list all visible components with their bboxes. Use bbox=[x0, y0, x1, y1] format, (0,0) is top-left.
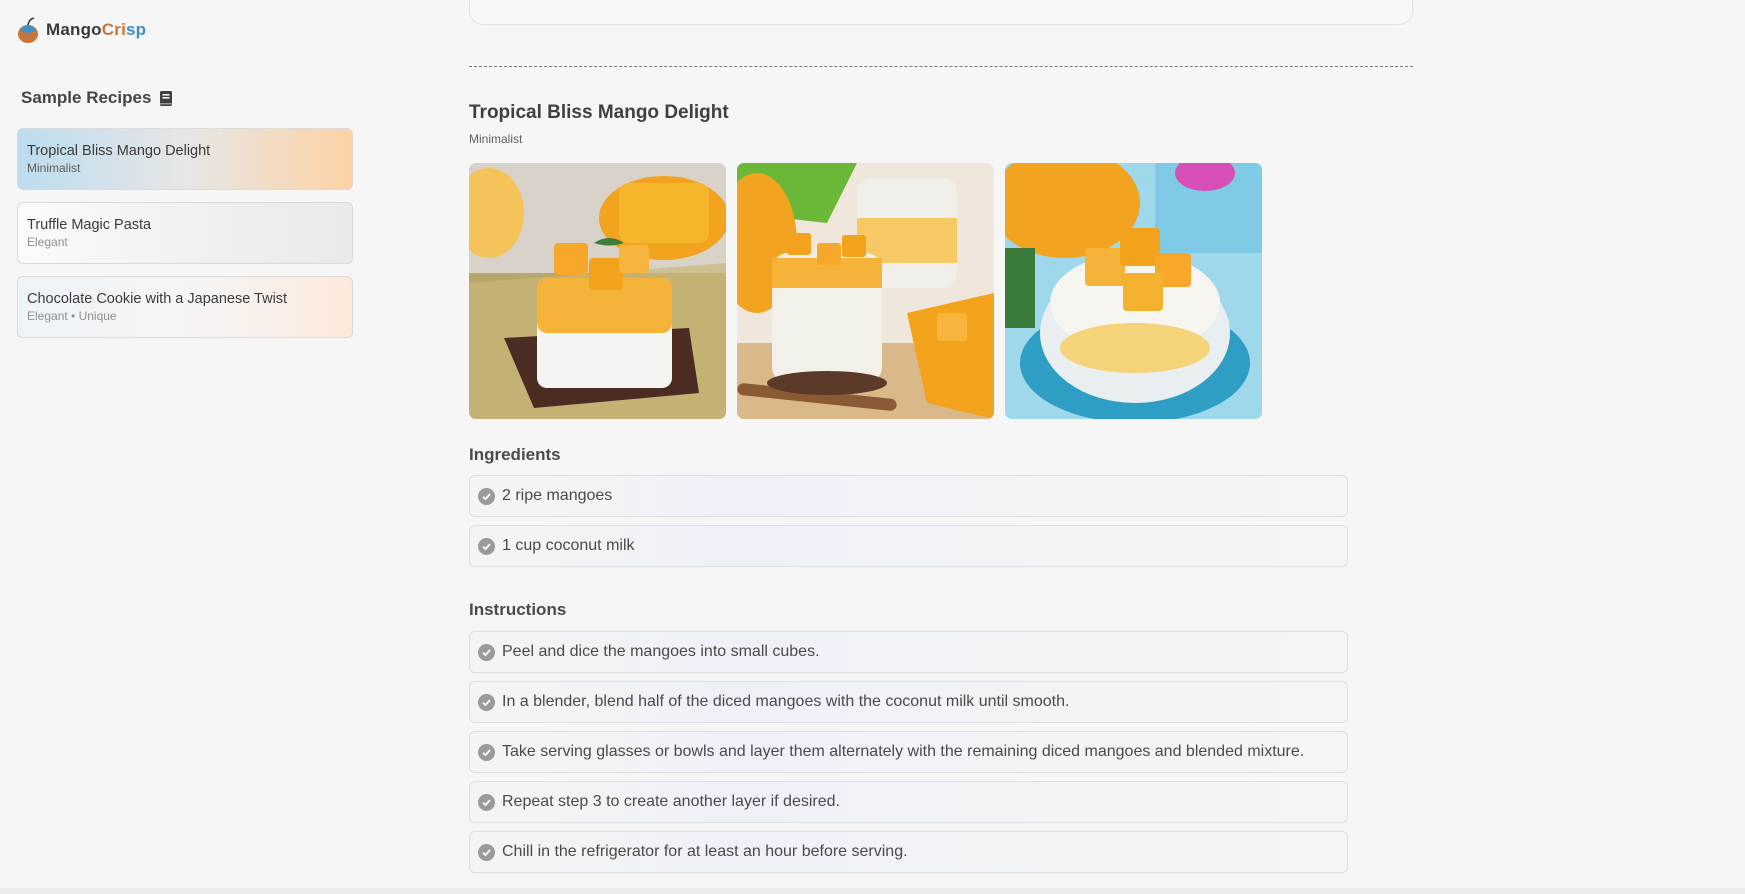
instruction-step: Chill in the refrigerator for at least a… bbox=[469, 831, 1348, 873]
recipe-card-tags: Minimalist bbox=[27, 161, 81, 175]
instruction-step: In a blender, blend half of the diced ma… bbox=[469, 681, 1348, 723]
instructions-heading: Instructions bbox=[469, 600, 567, 619]
check-circle-icon bbox=[478, 793, 495, 811]
check-circle-icon bbox=[478, 693, 495, 711]
recipe-card-title: Chocolate Cookie with a Japanese Twist bbox=[27, 291, 288, 307]
instruction-step: Take serving glasses or bowls and layer … bbox=[469, 731, 1348, 773]
recipe-card-title: Tropical Bliss Mango Delight bbox=[27, 143, 211, 159]
check-circle-icon bbox=[478, 843, 495, 861]
ingredient-item: 2 ripe mangoes bbox=[469, 475, 1348, 517]
instruction-step: Repeat step 3 to create another layer if… bbox=[469, 781, 1348, 823]
ingredient-item: 1 cup coconut milk bbox=[469, 525, 1348, 567]
brand-name: MangoCrisp bbox=[46, 20, 147, 39]
ingredients-heading: Ingredients bbox=[469, 445, 561, 464]
recipe-photo-3[interactable] bbox=[1005, 163, 1262, 419]
instruction-text: Peel and dice the mangoes into small cub… bbox=[502, 643, 820, 660]
previous-card-edge bbox=[469, 0, 1413, 25]
recipe-card-truffle-pasta[interactable]: Truffle Magic Pasta Elegant bbox=[17, 202, 353, 264]
sample-recipes-heading: Sample Recipes bbox=[21, 88, 173, 108]
section-divider bbox=[469, 66, 1413, 67]
bottom-scroll-edge bbox=[0, 888, 1745, 894]
recipe-photo-2[interactable] bbox=[737, 163, 994, 419]
recipe-title: Tropical Bliss Mango Delight bbox=[469, 102, 729, 123]
book-icon bbox=[160, 90, 173, 106]
recipe-card-tags: Elegant bbox=[27, 235, 68, 249]
recipe-photo-1[interactable] bbox=[469, 163, 726, 419]
recipe-card-title: Truffle Magic Pasta bbox=[27, 217, 152, 233]
brand-logo[interactable]: MangoCrisp bbox=[16, 16, 146, 44]
check-circle-icon bbox=[478, 743, 495, 761]
ingredient-text: 2 ripe mangoes bbox=[502, 487, 613, 504]
instruction-text: In a blender, blend half of the diced ma… bbox=[502, 693, 1070, 710]
recipe-card-tropical-bliss[interactable]: Tropical Bliss Mango Delight Minimalist bbox=[17, 128, 353, 190]
ingredient-text: 1 cup coconut milk bbox=[502, 537, 635, 554]
recipe-card-tags: Elegant • Unique bbox=[27, 309, 117, 323]
instruction-step: Peel and dice the mangoes into small cub… bbox=[469, 631, 1348, 673]
mango-logo-icon bbox=[16, 16, 40, 44]
instruction-text: Chill in the refrigerator for at least a… bbox=[502, 843, 908, 860]
check-circle-icon bbox=[478, 537, 495, 555]
instruction-text: Take serving glasses or bowls and layer … bbox=[502, 743, 1305, 760]
check-circle-icon bbox=[478, 487, 495, 505]
recipe-style-tag: Minimalist bbox=[469, 132, 523, 146]
recipe-card-chocolate-cookie[interactable]: Chocolate Cookie with a Japanese Twist E… bbox=[17, 276, 353, 338]
instruction-text: Repeat step 3 to create another layer if… bbox=[502, 793, 840, 810]
check-circle-icon bbox=[478, 643, 495, 661]
